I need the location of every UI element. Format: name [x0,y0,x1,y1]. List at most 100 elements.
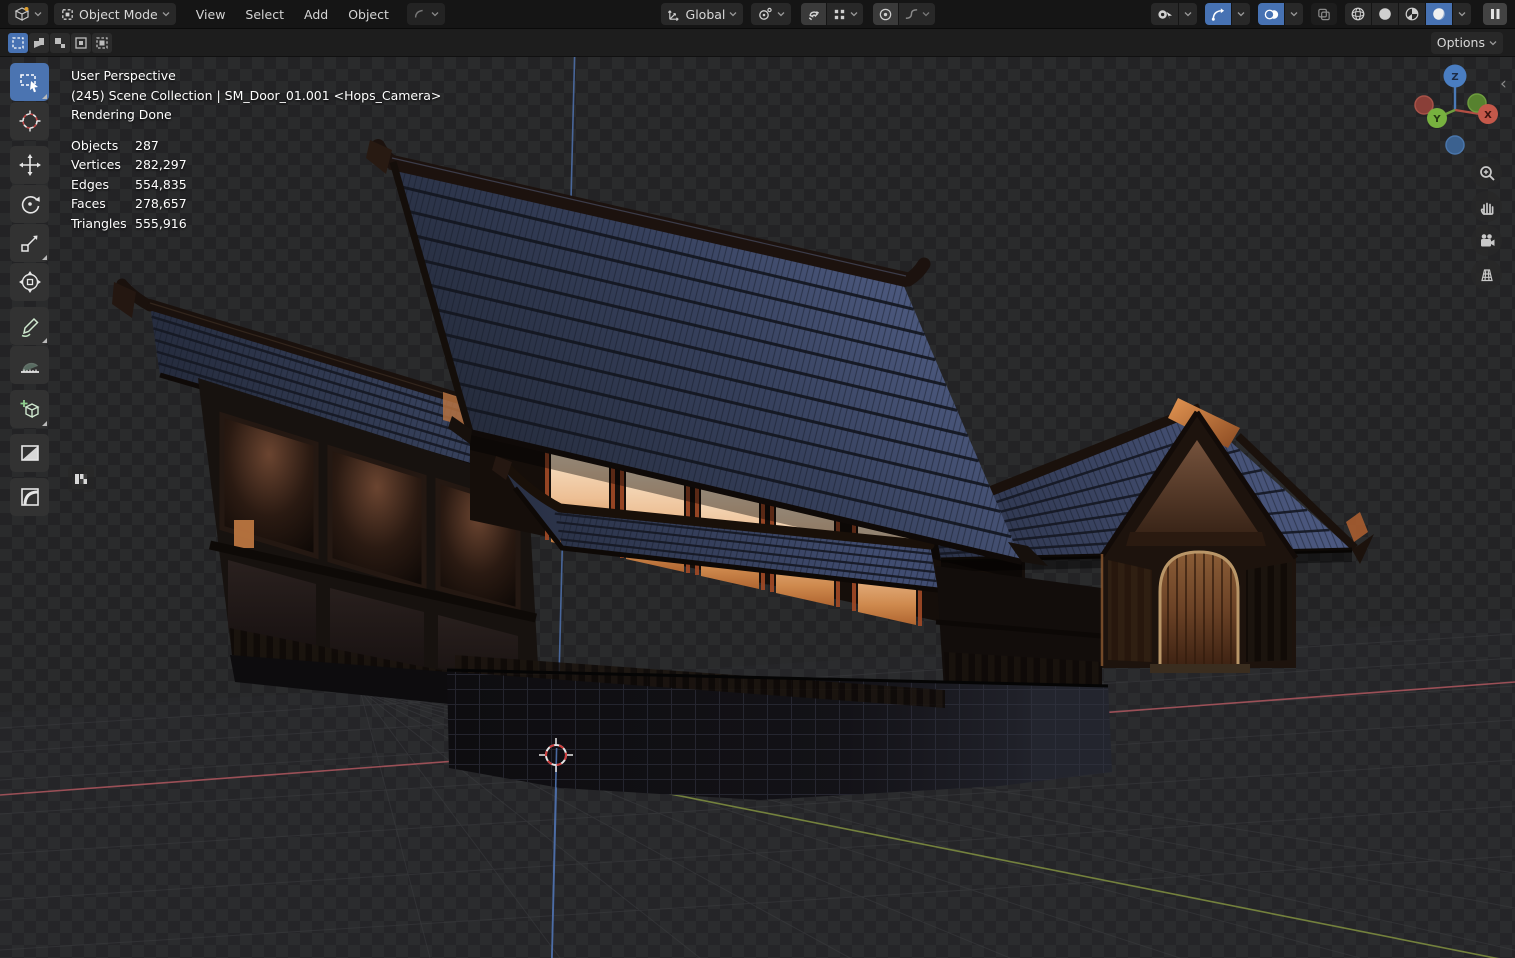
select-mode-extend[interactable] [29,32,49,53]
orientation-label: Global [685,6,726,22]
pivot-point-selector[interactable] [751,3,792,25]
tool-boxcutter[interactable] [10,434,49,472]
stat-row: Faces 278,657 [71,196,187,211]
select-mode-subtract[interactable] [50,32,70,53]
chevron-down-icon [162,12,170,17]
xray-toggle[interactable] [1311,3,1337,25]
editor-type-button[interactable] [8,3,48,25]
chevron-down-icon [431,12,439,17]
fillet-corner-icon [20,488,39,506]
pivot-point-icon [759,7,773,20]
mode-selector[interactable]: Object Mode [54,3,176,25]
select-mode-intersect[interactable] [92,32,112,53]
mode-label: Object Mode [79,6,158,22]
tool-fillet[interactable] [10,478,49,516]
stat-row: Objects 287 [71,137,159,153]
render-status-label: Rendering Done [71,107,172,122]
chevron-down-icon [922,12,930,17]
falloff-curve-icon [906,8,918,19]
tool-cursor[interactable] [10,102,49,140]
select-intersect-icon [96,36,108,49]
orientation-selector[interactable]: Global [660,3,744,25]
move-icon [18,154,41,176]
render-pause-button[interactable] [1483,3,1507,25]
viewport-side-buttons [1471,157,1502,290]
shading-material-icon [1405,7,1419,21]
tool-scale[interactable] [10,224,49,262]
object-visibility-icon [1158,9,1172,19]
object-mode-icon [62,8,73,20]
overlays-toggle[interactable] [1258,3,1284,25]
shading-material[interactable] [1399,3,1425,25]
shading-dropdown[interactable] [1453,3,1471,25]
xray-toggle-icon [1318,8,1330,20]
shading-solid[interactable] [1372,3,1398,25]
gizmos-toggle[interactable] [1205,3,1231,25]
tool-measure[interactable] [10,346,49,384]
cursor-tool-icon [19,110,40,132]
active-tool-dropdown[interactable] [406,3,445,25]
editor-type-icon [14,7,30,21]
select-invert-icon [75,36,87,49]
tool-move[interactable] [10,146,49,184]
tool-transform[interactable] [10,263,49,301]
shading-wireframe[interactable] [1345,3,1371,25]
menu-view[interactable]: View [186,3,236,25]
pause-icon [1491,9,1500,19]
active-tool-icon [414,9,423,18]
navigation-gizmo[interactable]: Z Y X [1408,62,1502,158]
tool-annotate[interactable] [10,307,49,345]
gizmos-dropdown[interactable] [1232,3,1250,25]
menu-object[interactable]: Object [338,3,399,25]
stat-row: Vertices 282,297 [71,157,187,172]
chevron-down-icon [1237,12,1245,17]
tool-shelf [10,63,49,517]
mini-image-icon[interactable] [68,466,94,492]
overlays-dropdown[interactable] [1285,3,1303,25]
tool-rotate[interactable] [10,185,49,223]
zoom-button[interactable] [1471,157,1502,188]
measure-icon [20,362,39,373]
tool-add-cube[interactable] [10,390,49,428]
object-visibility-toggle[interactable] [1151,3,1178,25]
chevron-down-icon [1458,12,1466,17]
select-mode-set[interactable] [8,32,28,53]
shading-rendered-icon [1433,8,1446,20]
menu-add[interactable]: Add [294,3,338,25]
proportional-falloff-selector[interactable] [899,3,936,25]
proportional-editing-toggle[interactable] [873,3,899,25]
chevron-down-icon [1489,40,1497,45]
toggle-ortho-button[interactable] [1471,259,1502,290]
camera-view-button[interactable] [1471,225,1502,256]
view-label: User Perspective [71,68,176,83]
add-cube-icon [20,400,40,419]
chevron-down-icon [777,12,785,17]
sidebar-collapse-arrow[interactable]: ‹ [1500,74,1507,94]
gizmo-y-label: Y [1432,114,1441,125]
gizmo-axis-neg-z[interactable] [1445,135,1465,155]
gizmo-x-label: X [1484,110,1492,121]
viewport-overlay-text: User Perspective (245) Scene Collection … [71,66,441,233]
blender-window: Object Mode View Select Add Object Globa… [0,0,1515,958]
pan-button[interactable] [1471,191,1502,222]
rotate-icon [21,196,40,214]
viewport-header: Object Mode View Select Add Object Globa… [0,0,1515,29]
grid-perspective-icon [1480,268,1493,281]
select-mode-invert[interactable] [71,32,91,53]
gizmo-z-label: Z [1451,72,1458,83]
proportional-editing-icon [880,8,892,20]
object-visibility-dropdown[interactable] [1179,3,1197,25]
snap-magnet-icon [809,10,820,20]
snap-toggle[interactable] [801,3,827,25]
select-box-icon [19,74,38,93]
context-label: (245) Scene Collection | SM_Door_01.001 … [71,87,442,103]
image-checker-icon [75,474,87,484]
shading-wireframe-icon [1351,7,1365,21]
select-extend-icon [34,37,44,48]
snap-target-selector[interactable] [827,3,864,25]
tool-select-box[interactable] [10,63,49,101]
scale-icon [20,235,37,252]
options-dropdown[interactable]: Options [1430,31,1503,54]
shading-rendered[interactable] [1426,3,1452,25]
menu-select[interactable]: Select [235,3,294,25]
